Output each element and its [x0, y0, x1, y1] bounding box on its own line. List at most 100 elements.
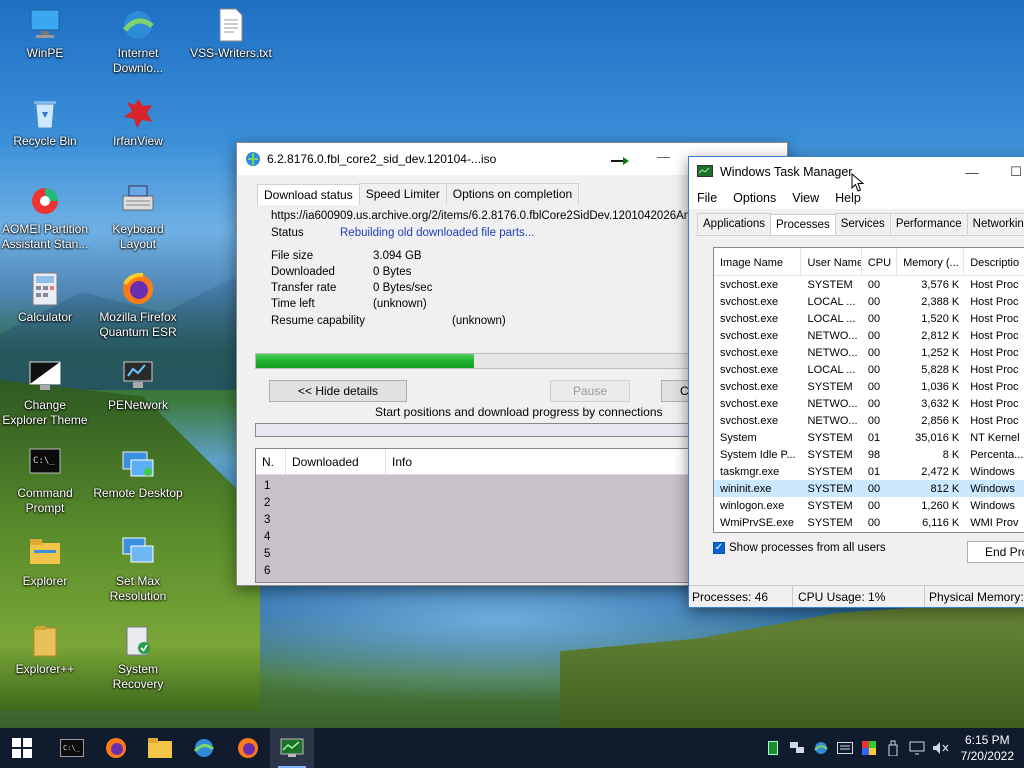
- hide-details-button[interactable]: << Hide details: [269, 380, 407, 402]
- column-header-downloaded[interactable]: Downloaded: [286, 449, 386, 474]
- process-row[interactable]: WmiPrvSE.exe SYSTEM 00 6,116 K WMI Prov: [714, 514, 1024, 531]
- taskbar-internet-download-manager[interactable]: [182, 728, 226, 768]
- taskbar-explorer[interactable]: [138, 728, 182, 768]
- tab-speed-limiter[interactable]: Speed Limiter: [358, 183, 447, 204]
- process-row[interactable]: System Idle P... SYSTEM 98 8 K Percenta...: [714, 446, 1024, 463]
- process-row[interactable]: svchost.exe NETWO... 00 2,812 K Host Proc: [714, 327, 1024, 344]
- connection-row[interactable]: 1: [264, 478, 270, 495]
- tray-volume-muted-icon[interactable]: [929, 728, 953, 768]
- tab-processes[interactable]: Processes: [770, 214, 836, 235]
- process-row[interactable]: svchost.exe NETWO... 00 2,856 K Host Proc: [714, 412, 1024, 429]
- process-row[interactable]: svchost.exe SYSTEM 00 1,036 K Host Proc: [714, 378, 1024, 395]
- show-all-users-checkbox[interactable]: ✓: [713, 542, 725, 554]
- connection-row[interactable]: 5: [264, 546, 270, 563]
- desktop-icon[interactable]: AOMEI Partition Assistant Stan...: [0, 184, 90, 252]
- process-row[interactable]: svchost.exe LOCAL ... 00 2,388 K Host Proc: [714, 293, 1024, 310]
- taskbar-clock[interactable]: 6:15 PM 7/20/2022: [953, 732, 1024, 764]
- tab-networking[interactable]: Networking: [966, 213, 1024, 234]
- status-processes: Processes: 46: [689, 586, 793, 607]
- desktop-icon[interactable]: WinPE: [0, 8, 90, 61]
- minimize-button[interactable]: —: [951, 157, 993, 187]
- process-row[interactable]: System SYSTEM 01 35,016 K NT Kernel: [714, 429, 1024, 446]
- process-cpu: 00: [867, 499, 881, 512]
- minimize-button[interactable]: —: [657, 149, 670, 164]
- desktop-icon[interactable]: Internet Downlo...: [93, 8, 183, 76]
- mouse-cursor-icon: [851, 173, 865, 192]
- connection-row[interactable]: 3: [264, 512, 270, 529]
- desktop-icon[interactable]: IrfanView: [93, 96, 183, 149]
- taskbar-firefox-2[interactable]: [226, 728, 270, 768]
- column-header-cpu[interactable]: CPU: [862, 248, 898, 275]
- downloaded-value: 0 Bytes: [373, 266, 412, 278]
- column-header-image-name[interactable]: Image Name: [714, 248, 802, 275]
- tray-colors-icon[interactable]: [857, 728, 881, 768]
- desktop-icon[interactable]: Explorer: [0, 536, 90, 589]
- connection-row[interactable]: 2: [264, 495, 270, 512]
- desktop-icon[interactable]: Change Explorer Theme: [0, 360, 90, 428]
- tray-network-icon[interactable]: [785, 728, 809, 768]
- tray-green-icon[interactable]: [761, 728, 785, 768]
- connection-row[interactable]: 6: [264, 563, 270, 580]
- task-manager-icon: [280, 738, 304, 757]
- tab-applications[interactable]: Applications: [697, 213, 772, 234]
- tab-services[interactable]: Services: [834, 213, 891, 234]
- process-user-name: SYSTEM: [807, 278, 853, 291]
- remote-desktop-icon: [121, 448, 155, 482]
- desktop-icon[interactable]: VSS-Writers.txt: [186, 8, 276, 61]
- column-header-description[interactable]: Descriptio: [964, 248, 1024, 275]
- desktop-icon[interactable]: Mozilla Firefox Quantum ESR: [93, 272, 183, 340]
- desktop-icon[interactable]: Set Max Resolution: [93, 536, 183, 604]
- process-row[interactable]: svchost.exe SYSTEM 00 3,576 K Host Proc: [714, 276, 1024, 293]
- taskbar-command-prompt[interactable]: C:\_: [50, 728, 94, 768]
- menu-file[interactable]: File: [691, 191, 723, 205]
- process-list[interactable]: Image Name User Name CPU Memory (... Des…: [713, 247, 1024, 533]
- column-header-user-name[interactable]: User Name: [801, 248, 862, 275]
- process-row[interactable]: taskmgr.exe SYSTEM 01 2,472 K Windows: [714, 463, 1024, 480]
- tab-performance[interactable]: Performance: [889, 213, 968, 234]
- file-size-label: File size: [271, 250, 314, 262]
- taskbar-firefox[interactable]: [94, 728, 138, 768]
- desktop-icon[interactable]: Recycle Bin: [0, 96, 90, 149]
- tray-monitor-icon[interactable]: [905, 728, 929, 768]
- process-row[interactable]: svchost.exe NETWO... 00 1,252 K Host Proc: [714, 344, 1024, 361]
- taskbar-task-manager[interactable]: [270, 728, 314, 768]
- downloaded-label: Downloaded: [271, 266, 335, 278]
- maximize-button[interactable]: ☐: [995, 157, 1024, 187]
- column-header-memory[interactable]: Memory (...: [897, 248, 965, 275]
- process-description: Host Proc: [970, 295, 1019, 308]
- column-header-n[interactable]: N.: [256, 449, 286, 474]
- tray-keyboard-icon[interactable]: [833, 728, 857, 768]
- process-row[interactable]: svchost.exe LOCAL ... 00 5,828 K Host Proc: [714, 361, 1024, 378]
- desktop-icon[interactable]: Calculator: [0, 272, 90, 325]
- desktop-icon[interactable]: Explorer++: [0, 624, 90, 677]
- process-row[interactable]: svchost.exe NETWO... 00 3,632 K Host Proc: [714, 395, 1024, 412]
- process-image-name: svchost.exe: [720, 278, 779, 291]
- desktop-icon[interactable]: System Recovery: [93, 624, 183, 692]
- desktop-icon[interactable]: C:\_ Command Prompt: [0, 448, 90, 516]
- tab-download-status[interactable]: Download status: [257, 184, 360, 205]
- process-row[interactable]: wininit.exe SYSTEM 00 812 K Windows: [714, 480, 1024, 497]
- menu-options[interactable]: Options: [727, 191, 782, 205]
- process-row[interactable]: svchost.exe LOCAL ... 00 1,520 K Host Proc: [714, 310, 1024, 327]
- pause-button[interactable]: Pause: [550, 380, 630, 402]
- start-button[interactable]: [0, 728, 44, 768]
- tray-flash-drive-icon[interactable]: [881, 728, 905, 768]
- show-all-users-option[interactable]: ✓ Show processes from all users: [713, 542, 886, 554]
- process-memory: 1,036 K: [921, 380, 960, 393]
- process-cpu: 00: [867, 278, 881, 291]
- recycle-bin-icon: [28, 96, 62, 130]
- process-row[interactable]: winlogon.exe SYSTEM 00 1,260 K Windows: [714, 497, 1024, 514]
- tray-idm-icon[interactable]: [809, 728, 833, 768]
- desktop-icon[interactable]: PENetwork: [93, 360, 183, 413]
- menu-help[interactable]: Help: [829, 191, 867, 205]
- end-process-button[interactable]: End Proc: [967, 541, 1024, 563]
- desktop-icon[interactable]: Remote Desktop: [93, 448, 183, 501]
- tab-options-on-completion[interactable]: Options on completion: [445, 183, 580, 204]
- folder-icon: [28, 624, 62, 658]
- menu-view[interactable]: View: [786, 191, 825, 205]
- connection-row[interactable]: 4: [264, 529, 270, 546]
- text-file-icon: [214, 8, 248, 42]
- connections-caption: Start positions and download progress by…: [375, 405, 663, 419]
- process-user-name: LOCAL ...: [807, 363, 856, 376]
- desktop-icon[interactable]: Keyboard Layout: [93, 184, 183, 252]
